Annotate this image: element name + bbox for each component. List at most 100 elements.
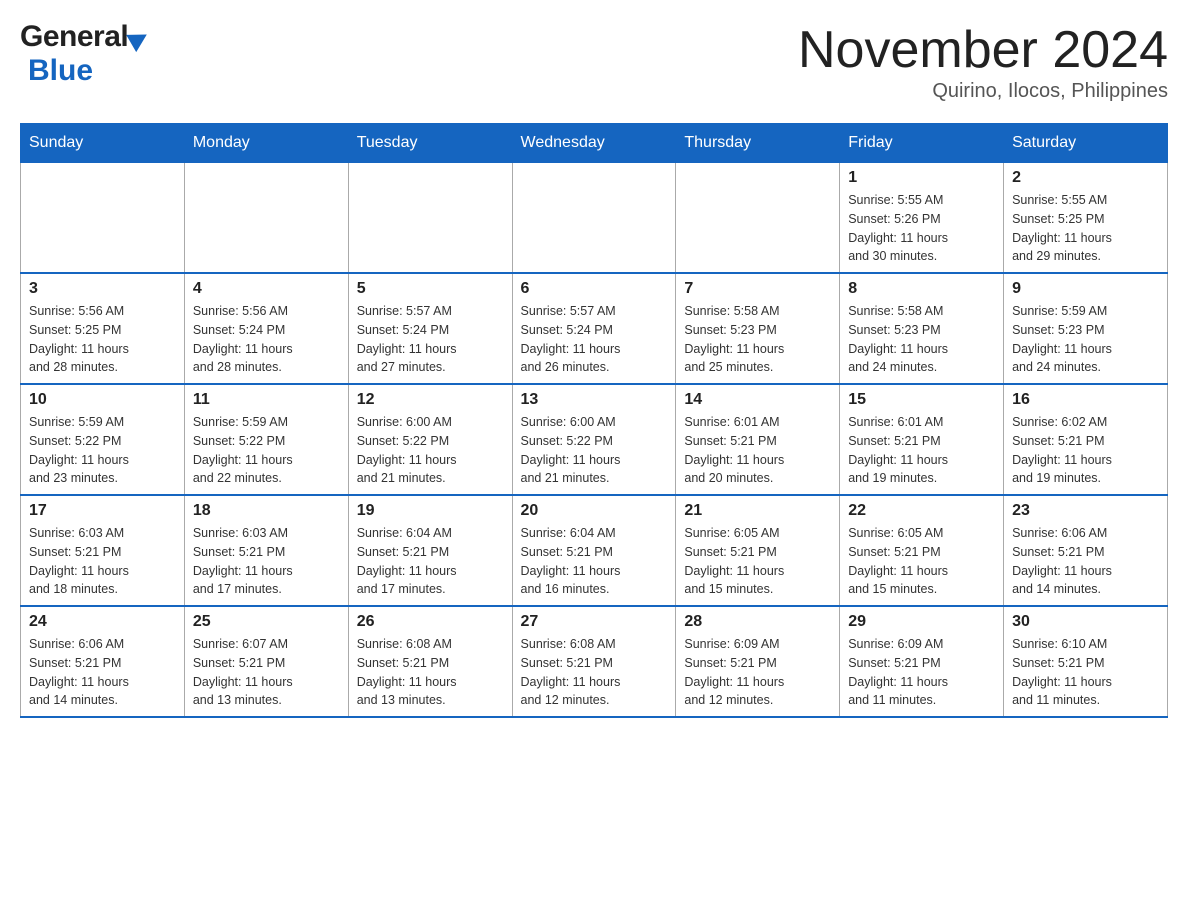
page-title: November 2024 bbox=[798, 20, 1168, 80]
day-number: 10 bbox=[29, 391, 176, 409]
day-number: 18 bbox=[193, 502, 340, 520]
day-number: 25 bbox=[193, 613, 340, 631]
day-info: Sunrise: 6:08 AM Sunset: 5:21 PM Dayligh… bbox=[521, 635, 668, 710]
calendar-cell: 26 Sunrise: 6:08 AM Sunset: 5:21 PM Dayli… bbox=[348, 606, 512, 717]
day-info: Sunrise: 6:05 AM Sunset: 5:21 PM Dayligh… bbox=[848, 524, 995, 599]
calendar-cell: 6Sunrise: 5:57 AM Sunset: 5:24 PM Daylig… bbox=[512, 273, 676, 384]
day-number: 16 bbox=[1012, 391, 1159, 409]
day-info: Sunrise: 6:09 AM Sunset: 5:21 PM Dayligh… bbox=[684, 635, 831, 710]
calendar-cell: 9Sunrise: 5:59 AM Sunset: 5:23 PM Daylig… bbox=[1004, 273, 1168, 384]
day-info: Sunrise: 6:00 AM Sunset: 5:22 PM Dayligh… bbox=[357, 413, 504, 488]
weekday-header-saturday: Saturday bbox=[1004, 124, 1168, 163]
weekday-header-sunday: Sunday bbox=[21, 124, 185, 163]
day-info: Sunrise: 5:55 AM Sunset: 5:25 PM Dayligh… bbox=[1012, 191, 1159, 266]
day-info: Sunrise: 6:07 AM Sunset: 5:21 PM Dayligh… bbox=[193, 635, 340, 710]
calendar-cell bbox=[348, 163, 512, 274]
calendar-cell: 21Sunrise: 6:05 AM Sunset: 5:21 PM Dayli… bbox=[676, 495, 840, 606]
day-number: 8 bbox=[848, 280, 995, 298]
calendar-cell: 17 Sunrise: 6:03 AM Sunset: 5:21 PM Dayli… bbox=[21, 495, 185, 606]
day-number: 5 bbox=[357, 280, 504, 298]
day-info: Sunrise: 5:56 AM Sunset: 5:24 PM Dayligh… bbox=[193, 302, 340, 377]
day-number: 28 bbox=[684, 613, 831, 631]
day-info: Sunrise: 5:59 AM Sunset: 5:22 PM Dayligh… bbox=[29, 413, 176, 488]
day-number: 26 bbox=[357, 613, 504, 631]
calendar-cell: 11 Sunrise: 5:59 AM Sunset: 5:22 PM Dayli… bbox=[184, 384, 348, 495]
calendar-cell: 1 Sunrise: 5:55 AM Sunset: 5:26 PM Daylig… bbox=[840, 163, 1004, 274]
day-number: 9 bbox=[1012, 280, 1159, 298]
day-info: Sunrise: 6:10 AM Sunset: 5:21 PM Dayligh… bbox=[1012, 635, 1159, 710]
day-number: 13 bbox=[521, 391, 668, 409]
day-number: 2 bbox=[1012, 169, 1159, 187]
calendar-cell bbox=[676, 163, 840, 274]
calendar-cell bbox=[21, 163, 185, 274]
calendar-cell: 25 Sunrise: 6:07 AM Sunset: 5:21 PM Dayli… bbox=[184, 606, 348, 717]
calendar-week-3: 10 Sunrise: 5:59 AM Sunset: 5:22 PM Dayli… bbox=[21, 384, 1168, 495]
day-info: Sunrise: 6:01 AM Sunset: 5:21 PM Dayligh… bbox=[848, 413, 995, 488]
day-number: 7 bbox=[684, 280, 831, 298]
day-info: Sunrise: 6:04 AM Sunset: 5:21 PM Dayligh… bbox=[357, 524, 504, 599]
day-number: 12 bbox=[357, 391, 504, 409]
day-info: Sunrise: 6:02 AM Sunset: 5:21 PM Dayligh… bbox=[1012, 413, 1159, 488]
day-info: Sunrise: 6:01 AM Sunset: 5:21 PM Dayligh… bbox=[684, 413, 831, 488]
weekday-header-friday: Friday bbox=[840, 124, 1004, 163]
calendar-table: SundayMondayTuesdayWednesdayThursdayFrid… bbox=[20, 123, 1168, 718]
logo-general: General bbox=[20, 20, 128, 54]
calendar-cell: 10 Sunrise: 5:59 AM Sunset: 5:22 PM Dayli… bbox=[21, 384, 185, 495]
day-number: 4 bbox=[193, 280, 340, 298]
day-number: 15 bbox=[848, 391, 995, 409]
logo: General Blue bbox=[20, 20, 148, 88]
header: General Blue November 2024 Quirino, Iloc… bbox=[20, 20, 1168, 103]
calendar-cell: 27 Sunrise: 6:08 AM Sunset: 5:21 PM Dayli… bbox=[512, 606, 676, 717]
day-number: 27 bbox=[521, 613, 668, 631]
calendar-cell: 20Sunrise: 6:04 AM Sunset: 5:21 PM Dayli… bbox=[512, 495, 676, 606]
calendar-cell bbox=[184, 163, 348, 274]
logo-blue: Blue bbox=[28, 54, 93, 87]
day-info: Sunrise: 5:57 AM Sunset: 5:24 PM Dayligh… bbox=[357, 302, 504, 377]
calendar-cell: 22Sunrise: 6:05 AM Sunset: 5:21 PM Dayli… bbox=[840, 495, 1004, 606]
weekday-header-row: SundayMondayTuesdayWednesdayThursdayFrid… bbox=[21, 124, 1168, 163]
day-info: Sunrise: 6:09 AM Sunset: 5:21 PM Dayligh… bbox=[848, 635, 995, 710]
calendar-cell: 23 Sunrise: 6:06 AM Sunset: 5:21 PM Dayli… bbox=[1004, 495, 1168, 606]
day-info: Sunrise: 6:00 AM Sunset: 5:22 PM Dayligh… bbox=[521, 413, 668, 488]
day-number: 3 bbox=[29, 280, 176, 298]
calendar-week-1: 1 Sunrise: 5:55 AM Sunset: 5:26 PM Daylig… bbox=[21, 163, 1168, 274]
day-number: 23 bbox=[1012, 502, 1159, 520]
day-info: Sunrise: 6:03 AM Sunset: 5:21 PM Dayligh… bbox=[193, 524, 340, 599]
day-number: 1 bbox=[848, 169, 995, 187]
day-info: Sunrise: 5:56 AM Sunset: 5:25 PM Dayligh… bbox=[29, 302, 176, 377]
day-info: Sunrise: 6:08 AM Sunset: 5:21 PM Dayligh… bbox=[357, 635, 504, 710]
day-number: 19 bbox=[357, 502, 504, 520]
calendar-cell: 28 Sunrise: 6:09 AM Sunset: 5:21 PM Dayli… bbox=[676, 606, 840, 717]
day-number: 24 bbox=[29, 613, 176, 631]
calendar-cell: 13 Sunrise: 6:00 AM Sunset: 5:22 PM Dayli… bbox=[512, 384, 676, 495]
day-info: Sunrise: 6:05 AM Sunset: 5:21 PM Dayligh… bbox=[684, 524, 831, 599]
calendar-cell bbox=[512, 163, 676, 274]
calendar-cell: 15 Sunrise: 6:01 AM Sunset: 5:21 PM Dayli… bbox=[840, 384, 1004, 495]
calendar-cell: 18 Sunrise: 6:03 AM Sunset: 5:21 PM Dayli… bbox=[184, 495, 348, 606]
day-number: 20 bbox=[521, 502, 668, 520]
day-info: Sunrise: 5:57 AM Sunset: 5:24 PM Dayligh… bbox=[521, 302, 668, 377]
weekday-header-tuesday: Tuesday bbox=[348, 124, 512, 163]
calendar-cell: 3 Sunrise: 5:56 AM Sunset: 5:25 PM Daylig… bbox=[21, 273, 185, 384]
calendar-cell: 19 Sunrise: 6:04 AM Sunset: 5:21 PM Dayli… bbox=[348, 495, 512, 606]
calendar-week-5: 24Sunrise: 6:06 AM Sunset: 5:21 PM Dayli… bbox=[21, 606, 1168, 717]
day-info: Sunrise: 5:58 AM Sunset: 5:23 PM Dayligh… bbox=[848, 302, 995, 377]
day-number: 17 bbox=[29, 502, 176, 520]
page-subtitle: Quirino, Ilocos, Philippines bbox=[798, 80, 1168, 103]
calendar-cell: 29Sunrise: 6:09 AM Sunset: 5:21 PM Dayli… bbox=[840, 606, 1004, 717]
title-area: November 2024 Quirino, Ilocos, Philippin… bbox=[798, 20, 1168, 103]
calendar-week-4: 17 Sunrise: 6:03 AM Sunset: 5:21 PM Dayli… bbox=[21, 495, 1168, 606]
day-info: Sunrise: 5:55 AM Sunset: 5:26 PM Dayligh… bbox=[848, 191, 995, 266]
day-number: 30 bbox=[1012, 613, 1159, 631]
day-info: Sunrise: 6:06 AM Sunset: 5:21 PM Dayligh… bbox=[1012, 524, 1159, 599]
calendar-cell: 4 Sunrise: 5:56 AM Sunset: 5:24 PM Daylig… bbox=[184, 273, 348, 384]
weekday-header-wednesday: Wednesday bbox=[512, 124, 676, 163]
weekday-header-thursday: Thursday bbox=[676, 124, 840, 163]
day-number: 11 bbox=[193, 391, 340, 409]
day-info: Sunrise: 5:59 AM Sunset: 5:22 PM Dayligh… bbox=[193, 413, 340, 488]
calendar-cell: 7Sunrise: 5:58 AM Sunset: 5:23 PM Daylig… bbox=[676, 273, 840, 384]
calendar-cell: 12 Sunrise: 6:00 AM Sunset: 5:22 PM Dayli… bbox=[348, 384, 512, 495]
day-info: Sunrise: 6:03 AM Sunset: 5:21 PM Dayligh… bbox=[29, 524, 176, 599]
calendar-cell: 2 Sunrise: 5:55 AM Sunset: 5:25 PM Daylig… bbox=[1004, 163, 1168, 274]
calendar-week-2: 3 Sunrise: 5:56 AM Sunset: 5:25 PM Daylig… bbox=[21, 273, 1168, 384]
